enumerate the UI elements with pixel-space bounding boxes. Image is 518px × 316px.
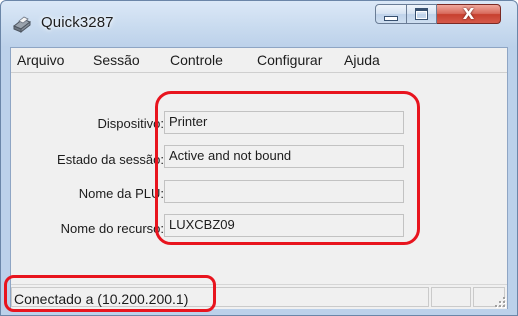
plu-name-label: Nome da PLU: [78, 186, 164, 201]
resource-name-label: Nome do recurso: [60, 221, 164, 236]
caption-buttons: X [375, 4, 503, 26]
resize-grip[interactable] [493, 295, 505, 307]
status-panel-secondary [431, 287, 471, 307]
maximize-icon [415, 8, 428, 20]
minimize-icon [384, 16, 398, 21]
close-icon: X [462, 5, 475, 23]
session-state-label: Estado da sessão: [57, 152, 164, 167]
title-bar[interactable]: Quick3287 X [1, 1, 517, 47]
menu-arquivo[interactable]: Arquivo [17, 52, 64, 68]
app-window: Quick3287 X Arquivo Sessão Controle Conf… [0, 0, 518, 316]
device-label: Dispositivo: [97, 116, 164, 131]
printer-icon [13, 16, 31, 34]
menu-configurar[interactable]: Configurar [257, 52, 322, 68]
close-button[interactable]: X [437, 4, 501, 24]
status-highlight [4, 275, 216, 312]
fields-highlight [155, 91, 420, 245]
menu-bar: Arquivo Sessão Controle Configurar Ajuda [11, 48, 507, 73]
menu-sessao[interactable]: Sessão [93, 52, 140, 68]
maximize-button[interactable] [407, 4, 437, 24]
minimize-button[interactable] [375, 4, 407, 24]
menu-controle[interactable]: Controle [170, 52, 223, 68]
menu-ajuda[interactable]: Ajuda [344, 52, 380, 68]
window-title: Quick3287 [41, 14, 114, 31]
